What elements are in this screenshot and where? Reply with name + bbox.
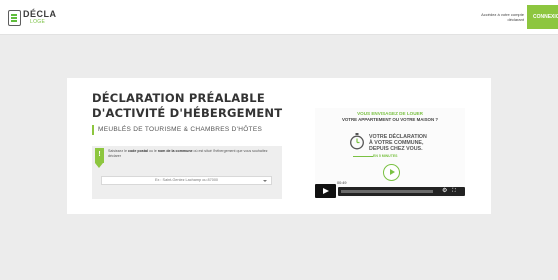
page-subtitle: MEUBLÉS DE TOURISME & CHAMBRES D'HÔTES — [92, 125, 262, 135]
video-question-line-1: VOUS ENVISAGEZ DE LOUER — [357, 111, 423, 116]
big-play-icon[interactable] — [383, 164, 400, 181]
progress-bar[interactable] — [341, 190, 433, 193]
video-player[interactable]: VOUS ENVISAGEZ DE LOUER VOTRE APPARTEMEN… — [315, 108, 465, 198]
search-panel: ! Saisissez le code postal ou le nom de … — [92, 146, 282, 199]
video-message: VOTRE DÉCLARATION À VOTRE COMMUNE, DEPUI… — [369, 134, 427, 152]
site-header: DÉCLA LOGE Accédez à votre compte déclar… — [0, 0, 558, 35]
video-duration-badge: EN 5 MINUTES — [351, 154, 411, 158]
fullscreen-icon[interactable]: ⛶ — [452, 188, 456, 195]
page-title: DÉCLARATION PRÉALABLE D'ACTIVITÉ D'HÉBER… — [92, 91, 292, 121]
main-card: DÉCLARATION PRÉALABLE D'ACTIVITÉ D'HÉBER… — [67, 78, 491, 214]
video-time: 00:49 — [337, 181, 347, 185]
title-line-2: D'ACTIVITÉ D'HÉBERGEMENT — [92, 106, 283, 120]
stopwatch-icon — [350, 133, 364, 150]
account-link[interactable]: Accédez à votre compte déclarant — [474, 12, 524, 22]
chevron-down-icon — [263, 180, 267, 182]
logo-subtext: LOGE — [30, 19, 46, 25]
gear-icon[interactable]: ⚙ — [442, 188, 447, 195]
connect-button[interactable]: CONNEXION — [527, 5, 558, 29]
logo-text: DÉCLA — [23, 9, 57, 19]
play-button[interactable] — [315, 184, 336, 198]
logo-document-icon — [8, 10, 21, 26]
video-controls: 00:49 ⚙ ⛶ — [315, 181, 465, 198]
search-help-text: Saisissez le code postal ou le nom de la… — [108, 149, 268, 158]
title-line-1: DÉCLARATION PRÉALABLE — [92, 91, 265, 105]
info-flag-icon: ! — [95, 148, 104, 168]
logo[interactable]: DÉCLA LOGE — [8, 9, 57, 27]
video-question-line-2: VOTRE APPARTEMENT OU VOTRE MAISON ? — [341, 117, 439, 122]
commune-search-select[interactable]: Ex : Saint-Geniez Lachamp ou 87000 — [101, 176, 272, 185]
commune-search-placeholder: Ex : Saint-Geniez Lachamp ou 87000 — [154, 178, 219, 182]
control-bar: 00:49 ⚙ ⛶ — [337, 181, 465, 196]
